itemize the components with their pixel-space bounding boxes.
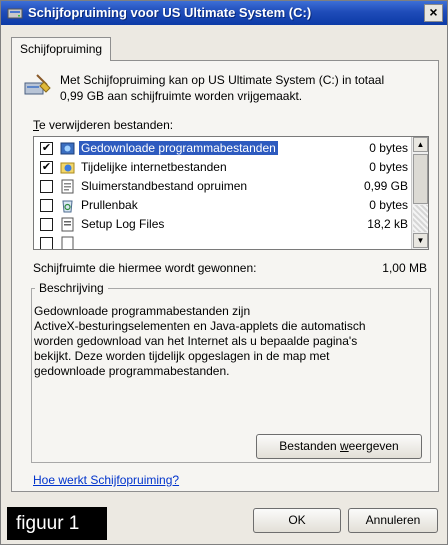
description-line-1: Gedownloade programmabestanden zijn: [34, 304, 251, 318]
view-button-rest: eergeven: [348, 439, 399, 453]
intro-line-2: 0,99 GB aan schijfruimte worden vrijgema…: [60, 89, 303, 103]
view-button-accelerator: w: [340, 439, 349, 453]
checkbox-downloaded-programs[interactable]: ✔: [40, 142, 53, 155]
internet-files-icon: [60, 162, 75, 174]
view-files-button[interactable]: Bestanden weergeven: [256, 434, 422, 459]
disk-cleanup-broom-icon: [24, 74, 51, 95]
checkbox-setup-log-files[interactable]: [40, 218, 53, 231]
scroll-thumb[interactable]: [413, 154, 428, 204]
description-line-2: ActiveX-besturingselementen en Java-appl…: [34, 319, 366, 333]
files-label-rest: e verwijderen bestanden:: [39, 118, 174, 132]
item-name: Gedownloade programmabestanden: [79, 141, 278, 155]
view-button-prefix: Bestanden: [279, 439, 340, 453]
cancel-button[interactable]: Annuleren: [348, 508, 438, 533]
list-item-partial[interactable]: [34, 234, 412, 249]
scroll-up-arrow-icon[interactable]: ▲: [413, 137, 428, 152]
help-link[interactable]: Hoe werkt Schijfopruiming?: [33, 473, 179, 487]
checkbox-hibernation-file[interactable]: [40, 180, 53, 193]
item-size: 0,99 GB: [363, 179, 408, 193]
checkbox-temporary-internet-files[interactable]: ✔: [40, 161, 53, 174]
item-name: Setup Log Files: [81, 217, 165, 231]
ok-button[interactable]: OK: [253, 508, 341, 533]
list-item-hibernation-file[interactable]: Sluimerstandbestand opruimen 0,99 GB: [34, 177, 412, 196]
item-name: Sluimerstandbestand opruimen: [81, 179, 248, 193]
item-name: Prullenbak: [81, 198, 138, 212]
checkbox-recycle-bin[interactable]: [40, 199, 53, 212]
files-to-delete-list[interactable]: ✔ Gedownloade programmabestanden 0 bytes…: [33, 136, 429, 250]
recycle-bin-icon: [62, 200, 73, 213]
list-item-temporary-internet-files[interactable]: ✔ Tijdelijke internetbestanden 0 bytes: [34, 158, 412, 177]
item-name: Tijdelijke internetbestanden: [81, 160, 227, 174]
intro-text: Met Schijfopruiming kan op US Ultimate S…: [60, 72, 432, 104]
description-title: Beschrijving: [35, 281, 108, 295]
file-icon: [61, 236, 74, 249]
log-file-icon: [61, 217, 74, 232]
title-bar[interactable]: Schijfopruiming voor US Ultimate System …: [1, 1, 447, 25]
list-item-recycle-bin[interactable]: Prullenbak 0 bytes: [34, 196, 412, 215]
intro-line-1: Met Schijfopruiming kan op US Ultimate S…: [60, 73, 385, 87]
close-button[interactable]: ×: [424, 4, 443, 22]
tab-schijfopruiming[interactable]: Schijfopruiming: [11, 37, 112, 61]
window-title: Schijfopruiming voor US Ultimate System …: [28, 5, 312, 20]
description-line-5: gedownloade programmabestanden.: [34, 364, 230, 378]
list-item-downloaded-programs[interactable]: ✔ Gedownloade programmabestanden 0 bytes: [34, 139, 412, 158]
item-size: 0 bytes: [369, 198, 408, 212]
space-gained-value: 1,00 MB: [382, 261, 427, 275]
description-text: Gedownloade programmabestanden zijn Acti…: [34, 304, 404, 379]
description-line-3: worden gedownload van het Internet als u…: [34, 334, 358, 348]
description-line-4: bekijkt. Deze worden tijdelijk opgeslage…: [34, 349, 330, 363]
item-size: 18,2 kB: [367, 217, 408, 231]
checkbox-partial[interactable]: [40, 237, 53, 249]
list-scrollbar[interactable]: ▲ ▼: [411, 137, 428, 249]
hibernation-file-icon: [61, 179, 74, 194]
disk-cleanup-app-icon: [7, 8, 23, 19]
figure-caption-badge: figuur 1: [7, 507, 107, 540]
downloaded-programs-icon: [60, 142, 75, 155]
scroll-down-arrow-icon[interactable]: ▼: [413, 233, 428, 248]
disk-cleanup-dialog: Schijfopruiming voor US Ultimate System …: [0, 0, 448, 545]
item-size: 0 bytes: [369, 160, 408, 174]
space-gained-label: Schijfruimte die hiermee wordt gewonnen:: [33, 261, 257, 275]
item-size: 0 bytes: [369, 141, 408, 155]
list-item-setup-log-files[interactable]: Setup Log Files 18,2 kB: [34, 215, 412, 234]
files-to-delete-label: Te verwijderen bestanden:: [33, 118, 173, 132]
scroll-track[interactable]: [413, 205, 428, 232]
